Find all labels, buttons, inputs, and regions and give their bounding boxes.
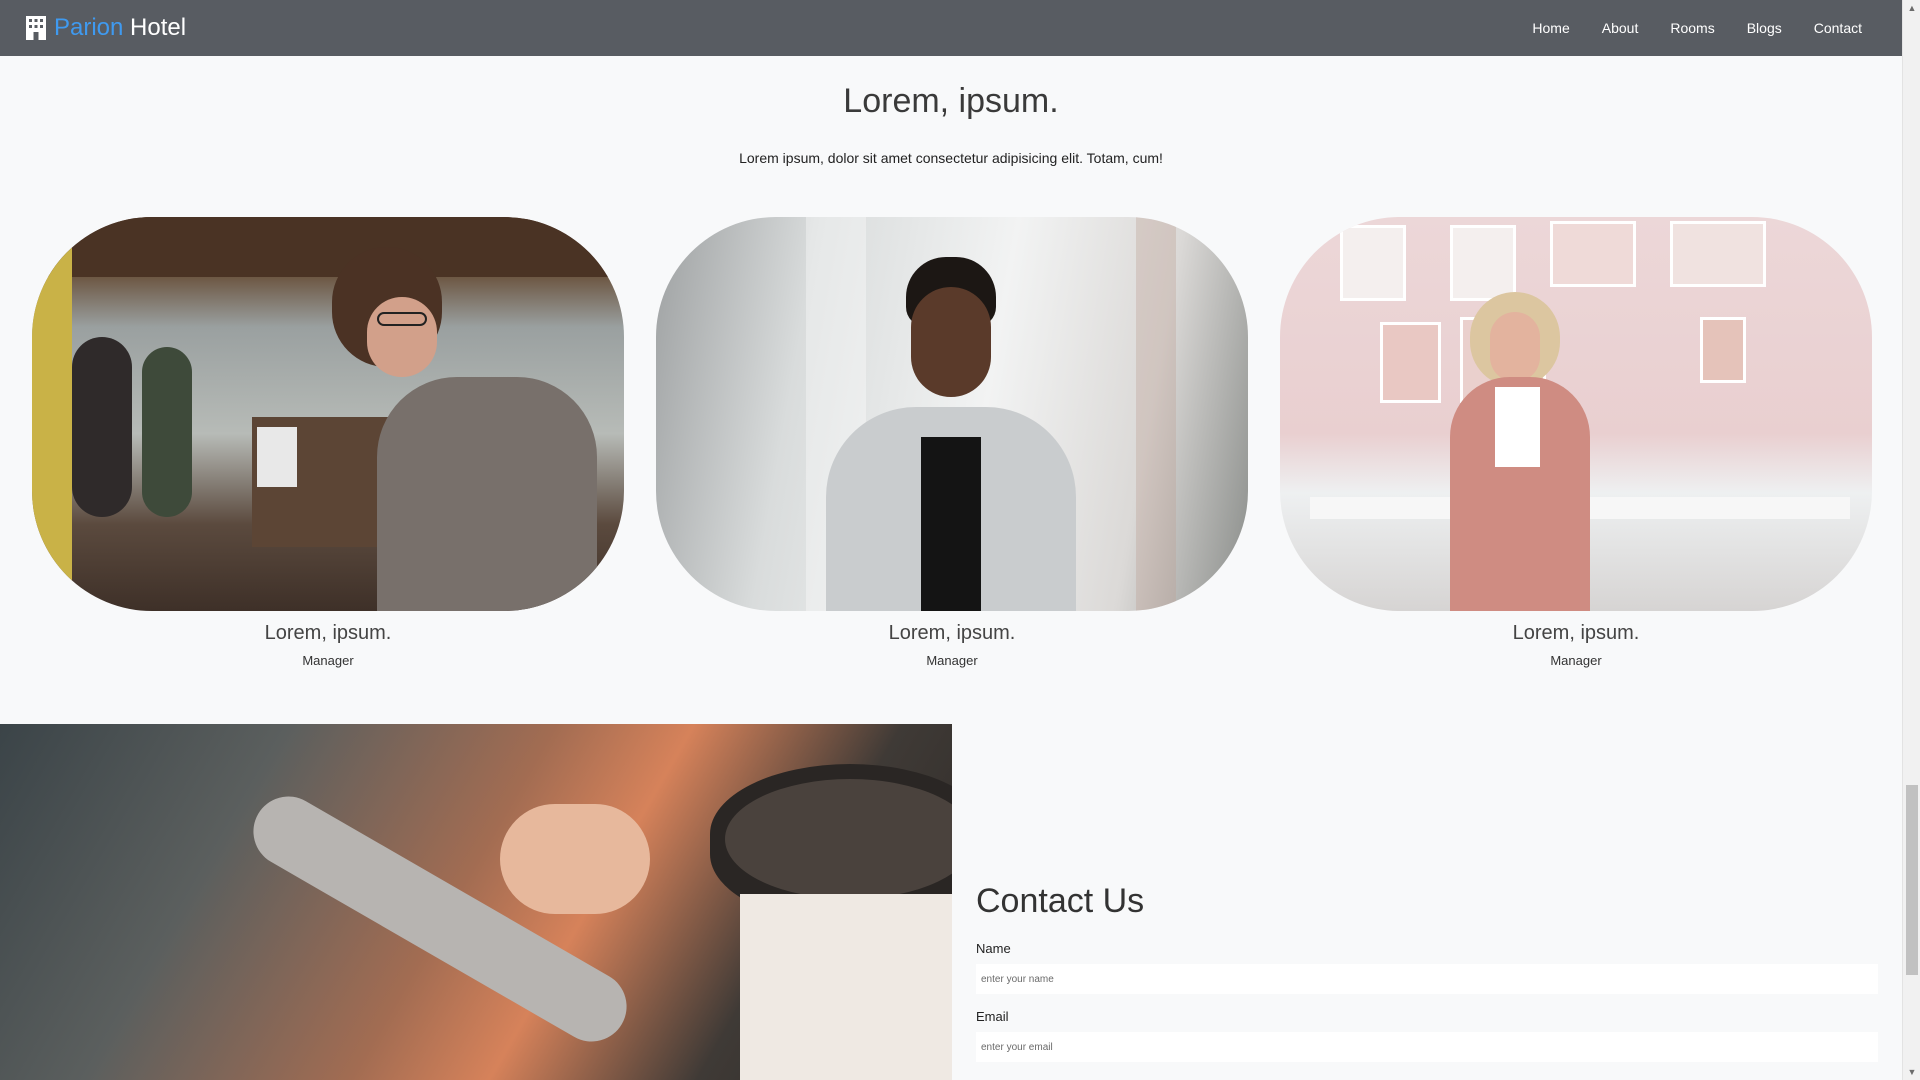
team-section-subtitle: Lorem ipsum, dolor sit amet consectetur … (739, 150, 1163, 166)
nav-link-contact[interactable]: Contact (1798, 0, 1902, 56)
team-member-name: Lorem, ipsum. (888, 622, 1016, 644)
team-member-role: Manager (302, 653, 354, 668)
brand-accent: Parion (54, 14, 124, 41)
brand-name: Parion Hotel (54, 13, 186, 43)
team-member-photo (656, 217, 1248, 611)
team-member-role: Manager (926, 653, 978, 668)
email-label: Email (976, 1009, 1009, 1024)
scrollbar-thumb[interactable] (1906, 785, 1918, 975)
scroll-up-icon[interactable]: ▲ (1906, 2, 1918, 14)
team-card: Lorem, ipsum. Manager (1280, 217, 1872, 668)
building-icon (26, 16, 46, 40)
nav-link-rooms[interactable]: Rooms (1654, 0, 1730, 56)
contact-photo (0, 724, 952, 1080)
nav-link-blogs[interactable]: Blogs (1731, 0, 1798, 56)
email-input[interactable] (976, 1032, 1878, 1062)
scroll-down-icon[interactable]: ▼ (1906, 1066, 1918, 1078)
team-member-photo (1280, 217, 1872, 611)
nav-link-home[interactable]: Home (1516, 0, 1585, 56)
page-scrollbar[interactable]: ▲ ▼ (1902, 0, 1920, 1080)
team-card: Lorem, ipsum. Manager (656, 217, 1248, 668)
team-member-role: Manager (1550, 653, 1602, 668)
name-input[interactable] (976, 964, 1878, 994)
navbar: Parion Hotel Home About Rooms Blogs Cont… (0, 0, 1902, 56)
name-label: Name (976, 941, 1011, 956)
team-member-photo (32, 217, 624, 611)
team-member-name: Lorem, ipsum. (1512, 622, 1640, 644)
team-member-name: Lorem, ipsum. (264, 622, 392, 644)
nav-links: Home About Rooms Blogs Contact (1516, 0, 1902, 56)
brand-suffix: Hotel (123, 14, 187, 41)
brand-logo[interactable]: Parion Hotel (24, 13, 186, 43)
contact-title: Contact Us (976, 882, 1145, 920)
team-section-title: Lorem, ipsum. (843, 82, 1059, 120)
team-card: Lorem, ipsum. Manager (32, 217, 624, 668)
nav-link-about[interactable]: About (1586, 0, 1655, 56)
